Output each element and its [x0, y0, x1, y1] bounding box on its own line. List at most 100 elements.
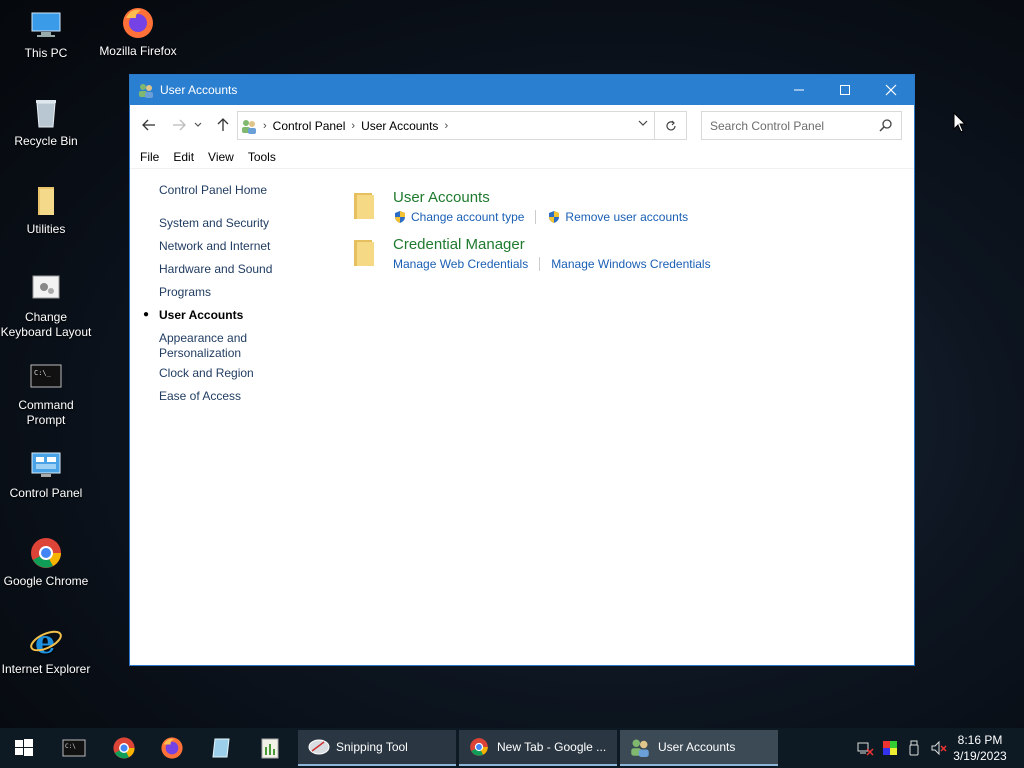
close-button[interactable]	[868, 75, 914, 105]
minimize-icon	[794, 89, 804, 91]
search-icon[interactable]	[879, 118, 893, 135]
desktop-icon-label: Utilities	[26, 222, 66, 236]
task-label: Snipping Tool	[336, 740, 408, 754]
desktop-icon-internet-explorer[interactable]: e Internet Explorer	[0, 623, 92, 677]
command-prompt-icon: C:\_	[29, 360, 63, 394]
menu-edit[interactable]: Edit	[173, 150, 194, 164]
usb-device-icon[interactable]	[908, 740, 920, 756]
sidebar-item-programs[interactable]: Programs	[159, 285, 319, 300]
refresh-button[interactable]	[655, 111, 687, 140]
network-icon[interactable]	[856, 740, 874, 756]
firefox-icon	[161, 737, 183, 759]
desktop-icon-command-prompt[interactable]: C:\_ Command Prompt	[0, 360, 92, 428]
folder-icon	[354, 193, 374, 219]
chevron-right-icon: ›	[444, 119, 449, 132]
search-input[interactable]	[710, 118, 870, 133]
desktop-icon-label: Google Chrome	[3, 574, 89, 588]
desktop-icon-change-keyboard-layout[interactable]: Change Keyboard Layout	[0, 272, 92, 340]
address-bar[interactable]: › Control Panel › User Accounts ›	[237, 111, 655, 140]
user-accounts-icon	[630, 737, 650, 757]
sidebar-item-ease-of-access[interactable]: Ease of Access	[159, 389, 319, 404]
manage-windows-credentials-link[interactable]: Manage Windows Credentials	[551, 257, 710, 271]
menu-bar: File Edit View Tools	[130, 145, 914, 169]
desktop-icon-label: Recycle Bin	[14, 134, 78, 148]
sidebar-item-hardware-and-sound[interactable]: Hardware and Sound	[159, 262, 319, 277]
address-dropdown-button[interactable]	[638, 118, 648, 131]
taskbar-app[interactable]	[246, 728, 294, 768]
breadcrumb-user-accounts[interactable]: User Accounts	[361, 119, 438, 133]
desktop-icon-recycle-bin[interactable]: Recycle Bin	[0, 96, 92, 149]
menu-file[interactable]: File	[140, 150, 159, 164]
notepad-icon	[212, 738, 230, 758]
desktop-icon-firefox[interactable]: Mozilla Firefox	[92, 6, 184, 59]
clock-date: 3/19/2023	[953, 749, 1007, 763]
search-box[interactable]	[701, 111, 902, 140]
desktop-icon-label: Mozilla Firefox	[99, 44, 177, 58]
taskbar-task-user-accounts[interactable]: User Accounts	[620, 730, 778, 766]
mouse-cursor-icon	[953, 111, 967, 137]
category-heading-user-accounts[interactable]: User Accounts	[393, 189, 490, 206]
link-separator	[535, 210, 537, 224]
shield-icon	[393, 210, 407, 224]
breadcrumb-control-panel[interactable]: Control Panel	[273, 119, 346, 133]
system-clock[interactable]: 8:16 PM 3/19/2023	[944, 732, 1016, 764]
start-button[interactable]	[0, 728, 48, 768]
snipping-tool-icon	[308, 737, 330, 757]
taskbar-notepad[interactable]	[197, 728, 245, 768]
windows-logo-icon	[15, 739, 33, 756]
taskbar-command-prompt[interactable]: C:\	[50, 728, 98, 768]
remove-user-accounts-link[interactable]: Remove user accounts	[547, 210, 688, 224]
sidebar-item-user-accounts[interactable]: User Accounts	[159, 308, 319, 323]
sidebar-item-control-panel-home[interactable]: Control Panel Home	[159, 183, 319, 198]
taskbar-task-google-chrome[interactable]: New Tab - Google ...	[459, 730, 617, 766]
chevron-right-icon: ›	[263, 119, 267, 132]
link-separator	[539, 257, 541, 271]
desktop-icon-label: Internet Explorer	[1, 662, 91, 676]
active-bullet-icon: ●	[143, 309, 150, 320]
color-display-icon[interactable]	[882, 740, 898, 756]
sidebar-item-system-and-security[interactable]: System and Security	[159, 216, 319, 231]
change-account-type-link[interactable]: Change account type	[393, 210, 524, 224]
folder-icon	[354, 240, 374, 266]
category-heading-credential-manager[interactable]: Credential Manager	[393, 236, 525, 253]
title-bar[interactable]: User Accounts	[130, 75, 914, 105]
up-arrow-icon	[217, 118, 229, 131]
chevron-right-icon: ›	[351, 119, 356, 132]
chrome-icon	[113, 737, 135, 759]
menu-tools[interactable]: Tools	[248, 150, 276, 164]
desktop-icon-this-pc[interactable]: This PC	[0, 8, 92, 61]
chevron-down-icon	[194, 122, 202, 127]
minimize-button[interactable]	[776, 75, 822, 105]
remove-user-accounts-label: Remove user accounts	[565, 210, 689, 224]
chart-document-icon	[261, 738, 279, 759]
command-prompt-icon: C:\	[62, 739, 86, 757]
desktop-icon-google-chrome[interactable]: Google Chrome	[0, 536, 92, 589]
up-button[interactable]	[211, 113, 235, 137]
chevron-down-icon	[638, 120, 648, 126]
forward-button[interactable]	[167, 113, 191, 137]
back-arrow-icon	[142, 119, 155, 131]
recent-locations-button[interactable]	[191, 113, 205, 137]
back-button[interactable]	[137, 113, 161, 137]
desktop-icon-utilities[interactable]: Utilities	[0, 184, 92, 237]
desktop-icon-control-panel[interactable]: Control Panel	[0, 448, 92, 501]
maximize-button[interactable]	[822, 75, 868, 105]
sidebar-item-network-and-internet[interactable]: Network and Internet	[159, 239, 319, 254]
desktop-icon-label: This PC	[24, 46, 68, 60]
taskbar-task-snipping-tool[interactable]: Snipping Tool	[298, 730, 456, 766]
manage-web-credentials-link[interactable]: Manage Web Credentials	[393, 257, 528, 271]
navigation-bar: › Control Panel › User Accounts ›	[130, 105, 914, 145]
sidebar-item-clock-and-region[interactable]: Clock and Region	[159, 366, 319, 381]
svg-text:e: e	[35, 624, 55, 658]
user-accounts-icon	[138, 82, 154, 98]
menu-view[interactable]: View	[208, 150, 234, 164]
desktop-icon-label: Command Prompt	[18, 398, 74, 427]
sidebar-item-appearance-and-personalization[interactable]: Appearance and Personalization	[159, 331, 269, 361]
close-icon	[885, 84, 897, 96]
chrome-icon	[469, 737, 489, 757]
desktop-icon-label: Control Panel	[9, 486, 83, 500]
taskbar-firefox[interactable]	[148, 728, 196, 768]
task-label: New Tab - Google ...	[497, 740, 607, 754]
taskbar-chrome[interactable]	[100, 728, 148, 768]
maximize-icon	[840, 85, 850, 95]
